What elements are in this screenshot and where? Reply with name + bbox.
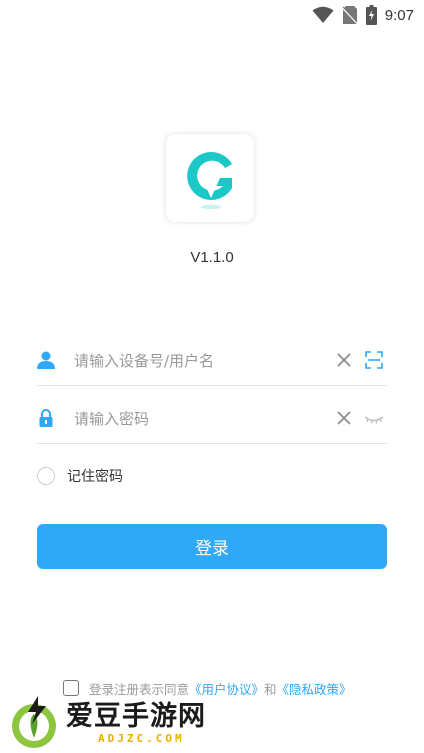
agreement-and: 和 bbox=[264, 681, 277, 697]
clear-icon[interactable] bbox=[336, 352, 352, 368]
clear-icon[interactable] bbox=[336, 410, 352, 426]
lock-icon bbox=[39, 409, 53, 427]
status-icons: 9:07 bbox=[312, 4, 414, 26]
app-version: V1.1.0 bbox=[190, 249, 234, 266]
watermark: 爱豆手游网 ADJZC.COM bbox=[8, 694, 248, 750]
remember-password-row[interactable]: 记住密码 bbox=[37, 465, 123, 487]
eye-closed-icon[interactable] bbox=[364, 408, 384, 428]
status-time: 9:07 bbox=[384, 6, 414, 24]
logo-g-icon bbox=[187, 152, 232, 210]
status-bar: 9:07 bbox=[0, 0, 424, 30]
username-input[interactable] bbox=[74, 346, 324, 376]
password-field-row bbox=[36, 398, 388, 444]
app-logo bbox=[165, 133, 255, 223]
user-icon bbox=[37, 351, 55, 369]
battery-charging-icon bbox=[365, 5, 377, 25]
watermark-logo-icon bbox=[12, 696, 56, 748]
remember-password-radio[interactable] bbox=[37, 467, 55, 485]
remember-password-label: 记住密码 bbox=[67, 469, 123, 485]
login-button[interactable]: 登录 bbox=[37, 524, 387, 569]
scan-icon[interactable] bbox=[364, 350, 384, 370]
watermark-title: 爱豆手游网 bbox=[66, 701, 206, 732]
watermark-subtitle: ADJZC.COM bbox=[98, 732, 185, 745]
username-field-row bbox=[36, 340, 388, 386]
privacy-policy-link[interactable]: 《隐私政策》 bbox=[277, 679, 352, 698]
no-sim-icon bbox=[341, 6, 358, 25]
wifi-icon bbox=[312, 6, 334, 23]
password-input[interactable] bbox=[74, 404, 324, 434]
